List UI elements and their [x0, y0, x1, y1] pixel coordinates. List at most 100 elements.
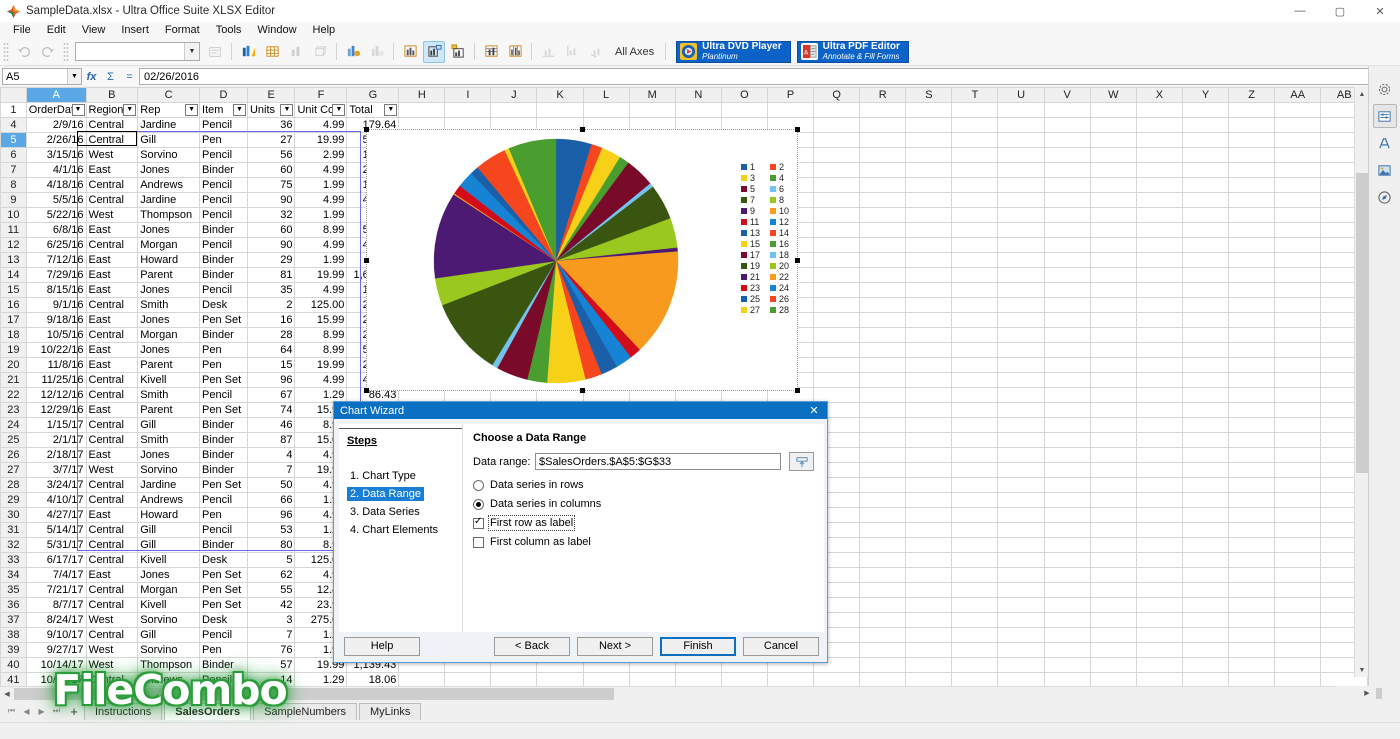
empty-cell[interactable] [1089, 462, 1137, 478]
empty-cell[interactable] [1228, 417, 1276, 433]
cell[interactable]: 96 [246, 507, 296, 523]
empty-cell[interactable] [951, 552, 999, 568]
empty-cell[interactable] [813, 357, 861, 373]
chevron-down-icon[interactable]: ▼ [184, 43, 199, 60]
row-header-6[interactable]: 6 [0, 147, 27, 163]
empty-cell[interactable] [1089, 162, 1137, 178]
cell[interactable]: 36 [246, 117, 296, 133]
empty-cell[interactable] [997, 597, 1045, 613]
empty-cell[interactable] [1228, 372, 1276, 388]
empty-cell[interactable] [997, 117, 1045, 133]
add-sheet-button[interactable]: + [64, 703, 84, 719]
empty-cell[interactable] [1181, 192, 1230, 208]
empty-cell[interactable] [951, 162, 999, 178]
row-header-10[interactable]: 10 [0, 207, 27, 223]
empty-cell[interactable] [1089, 102, 1137, 118]
cell[interactable]: Binder [199, 417, 248, 433]
empty-cell[interactable] [1274, 147, 1322, 163]
column-header-X[interactable]: X [1135, 87, 1183, 103]
header-cell-3[interactable]: Item ▼ [199, 102, 248, 118]
empty-cell[interactable] [1228, 117, 1276, 133]
empty-cell[interactable] [1181, 222, 1230, 238]
empty-cell[interactable] [490, 102, 538, 118]
empty-cell[interactable] [813, 342, 861, 358]
empty-cell[interactable] [1089, 237, 1137, 253]
cell[interactable]: Thompson [137, 207, 201, 223]
empty-cell[interactable] [859, 582, 907, 598]
cell[interactable]: 125.00 [294, 297, 348, 313]
empty-cell[interactable] [951, 432, 999, 448]
cell[interactable]: 90 [246, 237, 296, 253]
empty-cell[interactable] [1274, 207, 1322, 223]
empty-cell[interactable] [720, 102, 768, 118]
empty-cell[interactable] [1135, 117, 1183, 133]
column-header-E[interactable]: E [246, 87, 296, 103]
empty-cell[interactable] [859, 372, 907, 388]
empty-cell[interactable] [1043, 267, 1091, 283]
empty-cell[interactable] [859, 597, 907, 613]
cell[interactable]: West [85, 462, 139, 478]
cell[interactable]: 3/24/17 [25, 477, 87, 493]
empty-cell[interactable] [1274, 222, 1322, 238]
cell[interactable]: 7/4/17 [25, 567, 87, 583]
empty-cell[interactable] [1228, 402, 1276, 418]
empty-cell[interactable] [997, 192, 1045, 208]
cell[interactable]: Central [85, 597, 139, 613]
empty-cell[interactable] [1135, 327, 1183, 343]
cell[interactable]: Central [85, 387, 139, 403]
empty-cell[interactable] [905, 507, 953, 523]
empty-cell[interactable] [951, 477, 999, 493]
row-header-38[interactable]: 38 [0, 627, 27, 643]
empty-cell[interactable] [536, 102, 584, 118]
column-header-O[interactable]: O [720, 87, 768, 103]
empty-cell[interactable] [1089, 297, 1137, 313]
undo-icon[interactable] [13, 41, 35, 63]
cell[interactable]: Central [85, 327, 139, 343]
empty-cell[interactable] [1043, 177, 1091, 193]
chart-wizard-dialog[interactable]: Chart Wizard ✕ Steps 1. Chart Type 2. Da… [333, 401, 828, 663]
empty-cell[interactable] [859, 387, 907, 403]
empty-cell[interactable] [997, 402, 1045, 418]
empty-cell[interactable] [859, 462, 907, 478]
empty-cell[interactable] [859, 402, 907, 418]
cell[interactable]: 2/1/17 [25, 432, 87, 448]
empty-cell[interactable] [905, 117, 953, 133]
cell[interactable]: 4.99 [294, 372, 348, 388]
empty-cell[interactable] [1089, 147, 1137, 163]
empty-cell[interactable] [1135, 177, 1183, 193]
empty-cell[interactable] [1181, 252, 1230, 268]
empty-cell[interactable] [997, 162, 1045, 178]
empty-cell[interactable] [997, 282, 1045, 298]
header-cell-1[interactable]: Region ▼ [85, 102, 139, 118]
row-header-27[interactable]: 27 [0, 462, 27, 478]
empty-cell[interactable] [1181, 372, 1230, 388]
empty-cell[interactable] [1135, 192, 1183, 208]
empty-cell[interactable] [1274, 357, 1322, 373]
empty-cell[interactable] [951, 132, 999, 148]
row-header-15[interactable]: 15 [0, 282, 27, 298]
empty-cell[interactable] [905, 657, 953, 673]
empty-cell[interactable] [951, 282, 999, 298]
vertical-grid-lines-icon[interactable] [504, 41, 526, 63]
empty-cell[interactable] [1274, 342, 1322, 358]
empty-cell[interactable] [859, 237, 907, 253]
empty-cell[interactable] [1228, 177, 1276, 193]
menu-insert[interactable]: Insert [113, 23, 157, 37]
empty-cell[interactable] [997, 657, 1045, 673]
empty-cell[interactable] [1274, 372, 1322, 388]
empty-cell[interactable] [1043, 102, 1091, 118]
empty-cell[interactable] [813, 207, 861, 223]
empty-cell[interactable] [1135, 162, 1183, 178]
empty-cell[interactable] [628, 102, 676, 118]
cell[interactable]: Andrews [137, 492, 201, 508]
resize-handle-bl[interactable] [364, 388, 369, 393]
toolbar-grip-icon[interactable] [3, 41, 9, 62]
cell[interactable]: East [85, 252, 139, 268]
cell[interactable]: 10/14/17 [25, 657, 87, 673]
z-axis-icon[interactable] [585, 41, 607, 63]
checkbox-first-column[interactable] [473, 536, 484, 548]
vertical-grids-icon[interactable] [399, 41, 421, 63]
empty-cell[interactable] [1181, 177, 1230, 193]
step-data-range[interactable]: 2. Data Range [347, 487, 424, 501]
empty-cell[interactable] [1274, 582, 1322, 598]
